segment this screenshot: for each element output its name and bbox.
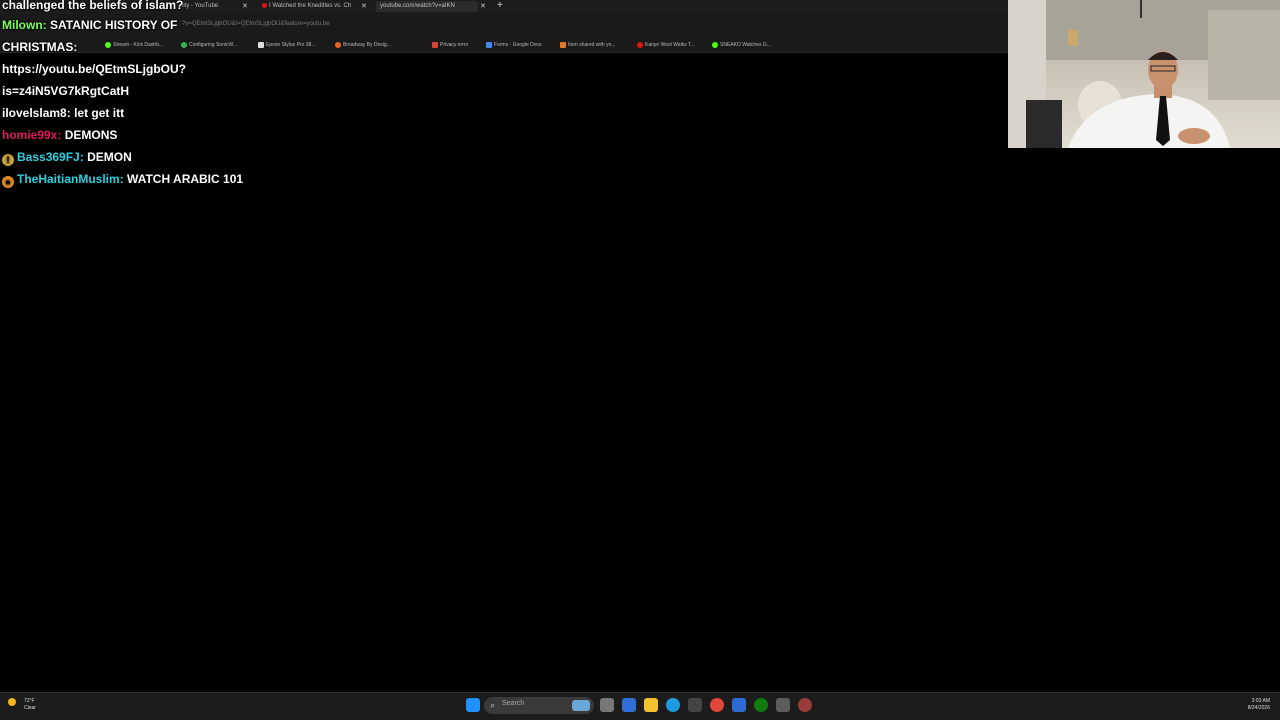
- bookmark-item[interactable]: Configuring SonicW...: [181, 41, 237, 50]
- bookmark-icon: [258, 41, 264, 48]
- store-icon[interactable]: [688, 698, 702, 712]
- weather-icon: [8, 698, 16, 706]
- clock-time: 3:03 AM: [1251, 698, 1270, 704]
- kick-icon: [105, 41, 111, 48]
- tab-label: I Watched the Knedittes vs. Ch: [269, 3, 352, 9]
- chat-header: challenged the beliefs of islam?: [2, 0, 184, 12]
- weather-desc: Clear: [24, 705, 36, 711]
- chat-message: ! Bass369FJ: DEMON: [2, 150, 132, 166]
- google-docs-icon: [486, 41, 492, 48]
- taskbar-search[interactable]: ⌕ Search: [484, 697, 594, 714]
- webcam-person-image: [1008, 0, 1280, 148]
- chat-badge-icon: !: [2, 154, 14, 166]
- chrome-icon[interactable]: [710, 698, 724, 712]
- chat-text: DEMONS: [64, 128, 118, 142]
- file-explorer-icon[interactable]: [644, 698, 658, 712]
- tab-label: youtube.com/watch?v=aIKN: [380, 3, 455, 9]
- bookmark-icon: [335, 41, 341, 48]
- taskbar: 72°F Clear ⌕ Search 3:03 AM 8/24/2026: [0, 692, 1280, 720]
- chat-text: let get itt: [74, 106, 125, 120]
- chat-message: Milown: SATANIC HISTORY OF: [2, 18, 178, 32]
- clock-date: 8/24/2026: [1247, 705, 1270, 711]
- chat-message: homie99x: DEMONS: [2, 128, 118, 142]
- browser-tab[interactable]: I Watched the Knedittes vs. Ch: [262, 1, 354, 12]
- chat-username: homie99x: [2, 128, 58, 142]
- close-icon[interactable]: ✕: [242, 1, 248, 12]
- bookmark-item[interactable]: Privacy error: [432, 41, 468, 50]
- chat-username: ilovelslam8: [2, 106, 67, 120]
- chat-message: CHRISTMAS:: [2, 40, 77, 54]
- chat-text: DEMON: [87, 150, 132, 164]
- app-icon[interactable]: [732, 698, 746, 712]
- chat-username: Bass369FJ: [17, 150, 80, 164]
- close-icon[interactable]: ✕: [480, 1, 486, 12]
- bookmark-icon: [560, 41, 566, 48]
- weather-temp: 72°F: [24, 698, 35, 704]
- chat-text: is=z4iN5VG7kRgtCatH: [2, 84, 130, 98]
- youtube-icon: [637, 41, 643, 48]
- chat-text: https://youtu.be/QEtmSLjgbOU?: [2, 62, 186, 76]
- edge-icon[interactable]: [666, 698, 680, 712]
- xbox-icon[interactable]: [754, 698, 768, 712]
- browser-tab[interactable]: nity - YouTube: [180, 1, 240, 12]
- windows-start-icon[interactable]: [466, 698, 480, 712]
- youtube-icon: [262, 2, 267, 8]
- bookmark-item[interactable]: SNEAKO Watches G...: [712, 41, 771, 50]
- bookmark-item[interactable]: Stream - Kick Dashb...: [105, 41, 163, 50]
- chat-message: ilovelslam8: let get itt: [2, 106, 125, 120]
- search-highlight-icon: [572, 700, 590, 711]
- chat-badge-icon: ●: [2, 176, 14, 188]
- gmail-icon: [432, 41, 438, 48]
- address-url[interactable]: ?v=QEtmSLjgbOU&t=QEtmSLjgbOU&feature=you…: [182, 21, 330, 27]
- kick-icon: [712, 41, 718, 48]
- search-icon: ⌕: [490, 700, 496, 710]
- bookmark-item[interactable]: Forms - Google Docs: [486, 41, 542, 50]
- bookmark-item[interactable]: Epson Stylus Pro 38...: [258, 41, 315, 50]
- browser-tab-active[interactable]: youtube.com/watch?v=aIKN: [376, 1, 478, 12]
- new-tab-icon[interactable]: +: [497, 0, 503, 12]
- taskbar-clock[interactable]: 3:03 AM 8/24/2026: [1248, 698, 1270, 712]
- bookmark-item[interactable]: Broadway By Desig...: [335, 41, 391, 50]
- app-icon[interactable]: [776, 698, 790, 712]
- webcam-overlay: [1008, 0, 1280, 148]
- task-view-icon[interactable]: [600, 698, 614, 712]
- close-icon[interactable]: ✕: [361, 1, 367, 12]
- tab-label: nity - YouTube: [180, 3, 219, 9]
- search-placeholder: Search: [502, 700, 525, 707]
- chat-message: https://youtu.be/QEtmSLjgbOU?: [2, 62, 186, 76]
- weather-widget[interactable]: 72°F Clear: [8, 698, 36, 711]
- copilot-icon[interactable]: [622, 698, 636, 712]
- bookmark-icon: [181, 41, 187, 48]
- app-icon[interactable]: [798, 698, 812, 712]
- chat-message: ● TheHaitianMuslim: WATCH ARABIC 101: [2, 172, 243, 188]
- bookmark-item[interactable]: Item shared with yo...: [560, 41, 616, 50]
- bookmarks-bar: Stream - Kick Dashb... Configuring Sonic…: [0, 39, 1008, 53]
- chat-text: SATANIC HISTORY OF: [50, 18, 178, 32]
- chat-username: TheHaitianMuslim: [17, 172, 120, 186]
- chat-username: Milown: [2, 18, 43, 32]
- chat-message: is=z4iN5VG7kRgtCatH: [2, 84, 129, 98]
- bookmark-item[interactable]: Kanye West Walks T...: [637, 41, 695, 50]
- chat-text: CHRISTMAS:: [2, 40, 78, 54]
- chat-text: WATCH ARABIC 101: [127, 172, 244, 186]
